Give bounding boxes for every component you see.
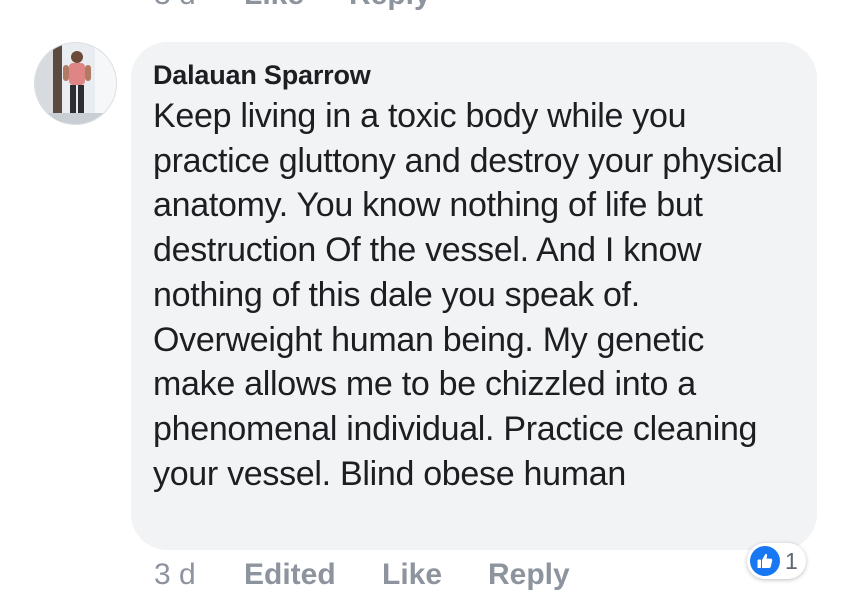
comment-thread: 3 d Like Reply Dalauan Sparrow Keep livi…	[0, 0, 849, 600]
like-button[interactable]: Like	[382, 558, 442, 592]
avatar[interactable]	[34, 42, 117, 125]
previous-comment-actions: 3 d Like Reply	[154, 0, 431, 12]
reaction-summary[interactable]: 1	[747, 543, 806, 579]
reaction-count: 1	[785, 548, 798, 574]
comment-author[interactable]: Dalauan Sparrow	[153, 58, 793, 92]
comment-bubble: Dalauan Sparrow Keep living in a toxic b…	[131, 42, 817, 550]
comment-timestamp[interactable]: 3 d	[154, 558, 196, 592]
thumbs-up-icon	[750, 546, 780, 576]
previous-comment-timestamp[interactable]: 3 d	[154, 0, 244, 12]
comment-text: Keep living in a toxic body while you pr…	[153, 97, 783, 493]
reply-button[interactable]: Reply	[488, 558, 570, 592]
edited-label[interactable]: Edited	[244, 558, 336, 592]
previous-comment-reply-button[interactable]: Reply	[349, 0, 431, 12]
previous-comment-like-button[interactable]: Like	[244, 0, 349, 12]
profile-photo-icon	[35, 43, 116, 124]
